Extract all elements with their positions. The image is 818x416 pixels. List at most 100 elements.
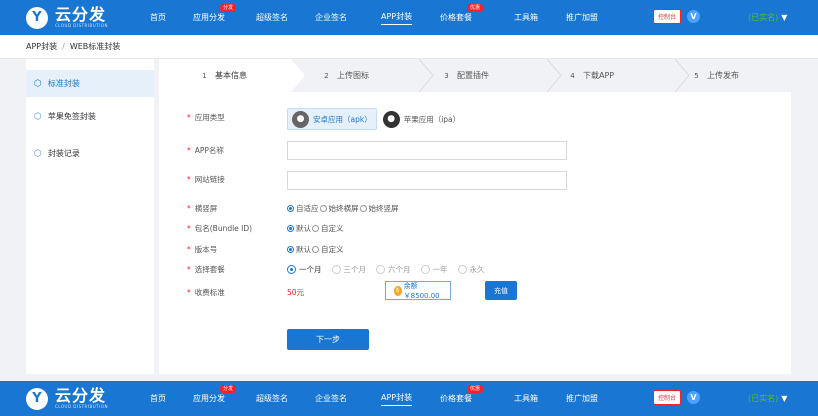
step-config-plugin: 3 配置插件 (441, 59, 489, 92)
app-name-input[interactable] (287, 141, 567, 160)
app-type-android[interactable]: ● 安卓应用（apk） (287, 108, 377, 130)
radio-landscape[interactable]: 始终横屏 (319, 203, 359, 214)
user-menu[interactable]: (已实名) ▼ (748, 393, 787, 404)
radio-unchecked (319, 204, 327, 212)
vip-icon[interactable]: V (687, 10, 701, 23)
plan-six-months[interactable]: 六个月 (376, 264, 411, 275)
bottom-navbar: Y 云分发 CLOUD DISTRIBUTION 首页 应用分发 分发 超级签名 … (0, 381, 818, 416)
nav-toolbox[interactable]: 工具箱 (514, 0, 538, 35)
nav-super-sign[interactable]: 超级签名 (256, 0, 288, 35)
nav-pricing[interactable]: 价格套餐 优惠 (440, 381, 483, 416)
main-panel: 1 基本信息 2 上传图标 3 配置插件 4 下载APP 5 上传发布 * 应用类型 ● 安… (159, 59, 791, 374)
control-area: 控制台 V (653, 9, 701, 24)
nav-super-sign[interactable]: 超级签名 (256, 381, 288, 416)
step-number: 1 (202, 71, 207, 80)
nav-app-distribution[interactable]: 应用分发 分发 (193, 0, 236, 35)
radio-bundle-default[interactable]: 默认 (287, 223, 311, 234)
top-navbar: Y 云分发 CLOUD DISTRIBUTION 首页 应用分发 分发 超级签名 … (0, 0, 818, 35)
nav-enterprise-sign[interactable]: 企业签名 (315, 0, 347, 35)
logo[interactable]: Y 云分发 CLOUD DISTRIBUTION (26, 386, 148, 410)
logo[interactable]: Y 云分发 CLOUD DISTRIBUTION (26, 5, 148, 29)
radio-unchecked (359, 204, 367, 212)
field-label: * 包名(Bundle ID) (187, 223, 253, 233)
orientation-options: 自适应 始终横屏 始终竖屏 (287, 203, 400, 214)
radio-checked (287, 224, 294, 232)
nav-partner[interactable]: 推广加盟 (566, 0, 598, 35)
plan-one-year[interactable]: 一年 (420, 264, 448, 275)
plan-forever[interactable]: 永久 (457, 264, 485, 275)
radio-unchecked (457, 264, 467, 274)
nav-toolbox[interactable]: 工具箱 (514, 381, 538, 416)
sidebar-item-apple-free[interactable]: ⬡ 苹果免签封装 (26, 103, 154, 130)
balance-display: $ 余额￥8500.00 (385, 281, 451, 300)
cube-icon: ⬡ (34, 148, 42, 159)
bundle-options: 默认 自定义 (287, 223, 345, 234)
radio-portrait[interactable]: 始终竖屏 (359, 203, 399, 214)
nav-app-package[interactable]: APP封装 (381, 0, 413, 35)
plan-options: 一个月 三个月 六个月 一年 永久 (287, 264, 495, 275)
breadcrumb-app-package[interactable]: APP封装 (26, 41, 57, 52)
console-button[interactable]: 控制台 (653, 9, 682, 24)
nav-home[interactable]: 首页 (150, 0, 166, 35)
radio-version-default[interactable]: 默认 (287, 244, 311, 255)
sidebar-item-standard[interactable]: ⬡ 标准封装 (26, 70, 154, 97)
logo-subtitle: CLOUD DISTRIBUTION (55, 23, 108, 28)
user-label: (已实名) (748, 13, 779, 22)
logo-text: 云分发 (55, 5, 107, 24)
field-label: * 版本号 (187, 244, 218, 254)
android-icon: ● (292, 110, 309, 128)
app-type-options: ● 安卓应用（apk） ● 苹果应用（ipa） (287, 108, 464, 130)
breadcrumb-web-package: WEB标准封装 (69, 42, 121, 51)
nav-badge: 分发 (219, 385, 236, 393)
radio-unchecked (420, 264, 430, 274)
step-label: 基本信息 (215, 71, 247, 80)
sidebar-item-label: 标准封装 (47, 79, 80, 88)
vip-icon[interactable]: V (687, 391, 701, 404)
fee-price: 50元 (287, 287, 305, 297)
console-button[interactable]: 控制台 (653, 390, 682, 405)
logo-mark: Y (26, 6, 48, 29)
step-label: 上传发布 (707, 71, 739, 80)
radio-bundle-custom[interactable]: 自定义 (312, 223, 344, 234)
chevron-down-icon: ▼ (781, 394, 788, 403)
sidebar-item-label: 封装记录 (47, 149, 80, 158)
site-link-input[interactable] (287, 171, 567, 190)
nav-partner[interactable]: 推广加盟 (566, 381, 598, 416)
nav-badge: 分发 (219, 4, 236, 12)
step-number: 2 (324, 71, 329, 80)
user-label: (已实名) (748, 394, 779, 403)
step-download-app: 4 下载APP (567, 59, 614, 92)
control-area: 控制台 V (653, 390, 701, 405)
next-step-button[interactable]: 下一步 (287, 329, 369, 350)
radio-unchecked (312, 224, 319, 232)
nav-badge: 优惠 (466, 4, 483, 12)
plan-three-months[interactable]: 三个月 (331, 264, 366, 275)
app-type-ios[interactable]: ● 苹果应用（ipa） (379, 108, 464, 130)
radio-adaptive[interactable]: 自适应 (287, 203, 319, 214)
logo-text: 云分发 (55, 386, 107, 405)
breadcrumb-separator: / (62, 42, 65, 51)
nav-home[interactable]: 首页 (150, 381, 166, 416)
plan-one-month[interactable]: 一个月 (287, 264, 322, 275)
radio-checked (287, 264, 296, 274)
radio-unchecked (331, 264, 341, 274)
step-label: 下载APP (583, 71, 615, 80)
sidebar: ⬡ 标准封装 ⬡ 苹果免签封装 ⬡ 封装记录 (26, 59, 154, 374)
nav-app-package[interactable]: APP封装 (381, 381, 413, 416)
nav-badge: 优惠 (466, 385, 483, 393)
field-label: * 应用类型 (187, 112, 225, 122)
field-label: * 网站链接 (187, 174, 225, 184)
logo-subtitle: CLOUD DISTRIBUTION (55, 404, 108, 409)
radio-version-custom[interactable]: 自定义 (312, 244, 344, 255)
step-label: 上传图标 (337, 71, 369, 80)
recharge-button[interactable]: 充值 (485, 281, 517, 300)
nav-app-distribution[interactable]: 应用分发 分发 (193, 381, 236, 416)
nav-enterprise-sign[interactable]: 企业签名 (315, 381, 347, 416)
user-menu[interactable]: (已实名) ▼ (748, 12, 787, 23)
cube-icon: ⬡ (34, 78, 42, 89)
sidebar-item-records[interactable]: ⬡ 封装记录 (26, 140, 154, 167)
cube-icon: ⬡ (34, 111, 42, 122)
nav-pricing[interactable]: 价格套餐 优惠 (440, 0, 483, 35)
chevron-down-icon: ▼ (781, 13, 788, 22)
step-label: 配置插件 (457, 71, 489, 80)
